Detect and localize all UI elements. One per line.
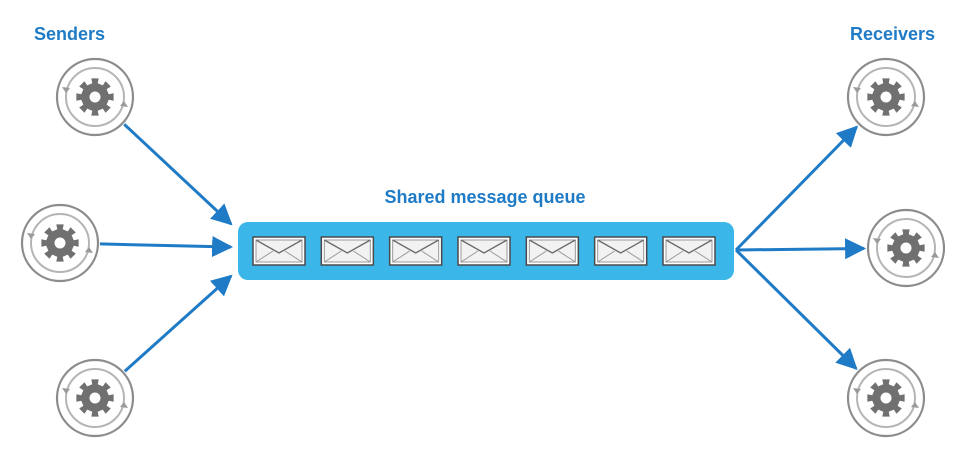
- sender-arrow: [99, 236, 234, 258]
- queue-title: Shared message queue: [384, 187, 586, 207]
- envelope-icon: [457, 236, 511, 266]
- receiver-node: [866, 208, 946, 288]
- receiver-arrow: [735, 238, 867, 260]
- gear-icon: [867, 78, 905, 116]
- envelope-icon: [388, 236, 443, 266]
- receiver-node: [846, 57, 926, 137]
- envelope-icon: [320, 236, 375, 266]
- diagram-canvas: [20, 57, 946, 438]
- envelope-icon: [662, 236, 716, 266]
- receivers-heading: Receivers: [850, 24, 936, 44]
- envelope-icon: [593, 236, 648, 266]
- receiver-arrow: [734, 125, 859, 252]
- sender-node: [55, 358, 135, 438]
- senders-heading: Senders: [34, 24, 106, 44]
- sender-arrow: [123, 274, 233, 373]
- gear-icon: [41, 224, 79, 262]
- receiver-arrow: [734, 248, 858, 370]
- envelope-icon: [252, 236, 306, 266]
- sender-arrow: [123, 123, 233, 226]
- gear-icon: [887, 229, 925, 267]
- gear-icon: [76, 379, 114, 417]
- sender-node: [55, 57, 135, 137]
- gear-icon: [867, 379, 905, 417]
- sender-node: [20, 203, 100, 283]
- message-queue: [238, 222, 734, 280]
- receiver-node: [846, 358, 926, 438]
- envelope-icon: [525, 236, 580, 266]
- gear-icon: [76, 78, 114, 116]
